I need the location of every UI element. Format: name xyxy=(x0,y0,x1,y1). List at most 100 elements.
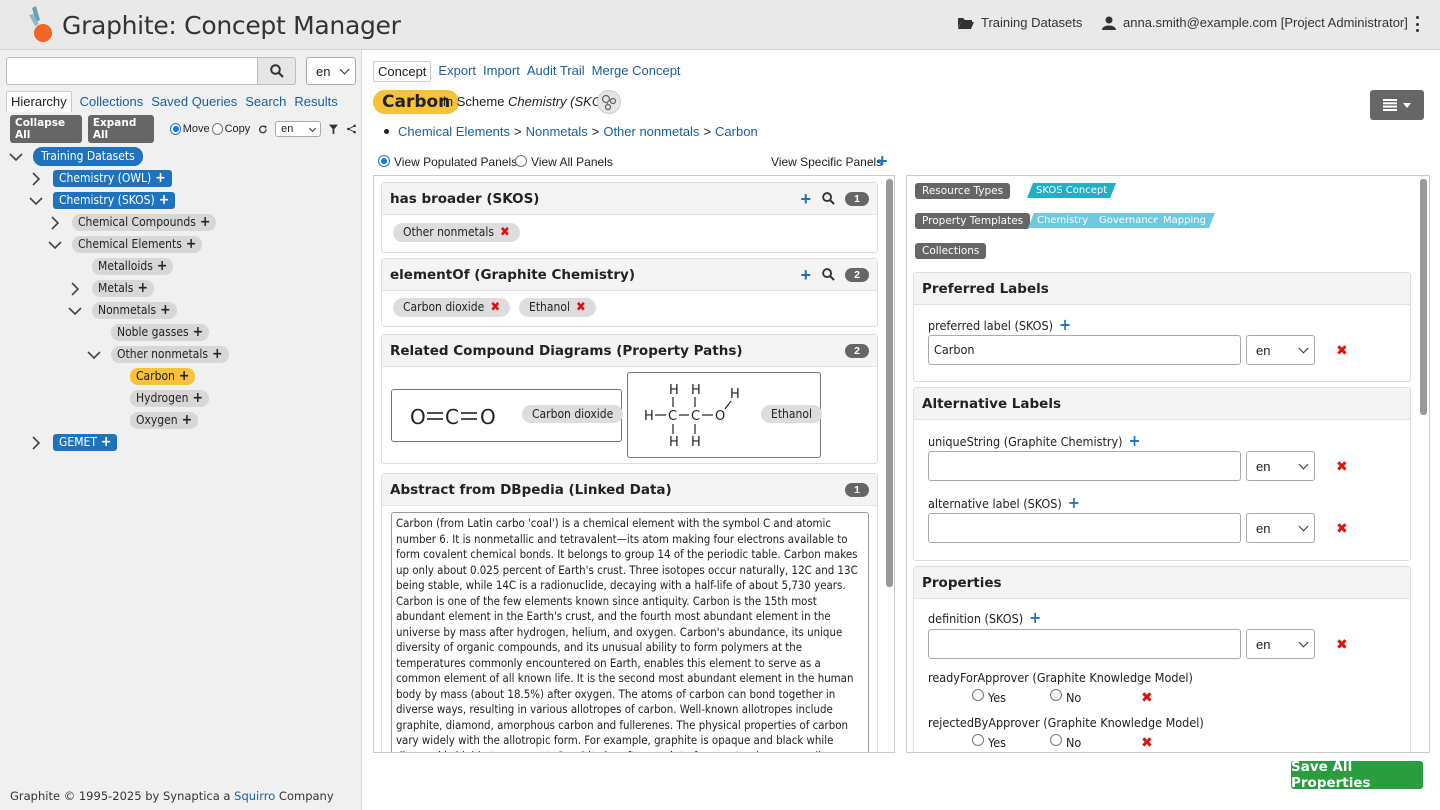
tree-node-chemical-elements[interactable]: Chemical Elements + xyxy=(72,236,203,253)
rejected-no-radio[interactable] xyxy=(1050,734,1062,746)
add-value-icon[interactable]: + xyxy=(1068,493,1080,512)
add-icon[interactable]: + xyxy=(800,190,811,208)
add-child-icon[interactable]: + xyxy=(192,391,203,405)
tab-hierarchy[interactable]: Hierarchy xyxy=(6,90,72,112)
remove-icon[interactable]: ✖ xyxy=(576,300,586,315)
add-panel-icon[interactable]: + xyxy=(877,151,888,172)
add-child-icon[interactable]: + xyxy=(200,215,211,229)
resource-type-chip[interactable]: SKOS Concept xyxy=(1027,183,1116,198)
tree-node-other-nonmetals[interactable]: Other nonmetals + xyxy=(111,346,229,363)
unique-string-input[interactable] xyxy=(928,451,1241,481)
tree-node-nonmetals[interactable]: Nonmetals + xyxy=(92,302,177,319)
tree-node-carbon[interactable]: Carbon + xyxy=(130,368,196,385)
breadcrumb-item[interactable]: Nonmetals xyxy=(526,124,588,139)
squirro-link[interactable]: Squirro xyxy=(234,789,275,803)
chevron-right-icon[interactable] xyxy=(28,435,44,451)
ready-yes-radio[interactable] xyxy=(972,689,984,701)
concept-search-input[interactable] xyxy=(6,57,258,85)
unique-string-language-select[interactable]: en xyxy=(1246,451,1315,481)
language-select[interactable]: en xyxy=(306,57,356,85)
remove-icon[interactable]: ✖ xyxy=(1336,520,1348,537)
tab-saved-queries[interactable]: Saved Queries xyxy=(151,94,237,109)
save-all-properties-button[interactable]: Save All Properties xyxy=(1291,759,1423,791)
breadcrumb-item[interactable]: Chemical Elements xyxy=(398,124,510,139)
add-child-icon[interactable]: + xyxy=(157,259,168,273)
add-child-icon[interactable]: + xyxy=(179,369,190,383)
definition-input[interactable] xyxy=(928,629,1241,659)
remove-icon[interactable]: ✖ xyxy=(1141,734,1153,751)
move-radio[interactable] xyxy=(169,123,181,135)
add-value-icon[interactable]: + xyxy=(1129,431,1141,450)
preferred-label-input[interactable]: Carbon xyxy=(928,335,1241,365)
remove-icon[interactable]: ✖ xyxy=(1336,342,1348,359)
chevron-down-icon[interactable] xyxy=(28,193,44,209)
remove-icon[interactable]: ✖ xyxy=(490,300,500,315)
add-child-icon[interactable]: + xyxy=(186,237,197,251)
graph-view-icon[interactable] xyxy=(597,90,621,114)
filter-icon[interactable] xyxy=(329,124,339,135)
value-chip[interactable]: Ethanol ✖ xyxy=(519,298,596,317)
tree-node-training-datasets[interactable]: Training Datasets xyxy=(33,147,143,166)
collapse-all-button[interactable]: Collapse All xyxy=(10,115,82,143)
template-chip[interactable]: Mapping xyxy=(1154,213,1215,228)
add-icon[interactable]: + xyxy=(800,266,811,284)
ready-no-radio[interactable] xyxy=(1050,689,1062,701)
tab-import[interactable]: Import xyxy=(483,61,520,82)
concept-menu-button[interactable] xyxy=(1370,90,1424,120)
diagram-carbon-dioxide[interactable]: O C O Carbon dioxide xyxy=(391,389,624,442)
add-child-icon[interactable]: + xyxy=(193,325,204,339)
remove-icon[interactable]: ✖ xyxy=(1141,689,1153,706)
search-button[interactable] xyxy=(258,57,296,85)
add-child-icon[interactable]: + xyxy=(101,435,112,449)
view-populated-radio[interactable] xyxy=(378,155,390,167)
diagram-ethanol[interactable]: HHH H C C O HH Ethanol xyxy=(627,372,822,458)
remove-icon[interactable]: ✖ xyxy=(1336,636,1348,653)
refresh-icon[interactable] xyxy=(258,124,268,135)
add-child-icon[interactable]: + xyxy=(155,171,166,185)
breadcrumb-item[interactable]: Carbon xyxy=(715,124,758,139)
add-value-icon[interactable]: + xyxy=(1029,608,1041,627)
tab-audit-trail[interactable]: Audit Trail xyxy=(527,61,585,82)
kebab-menu-icon[interactable] xyxy=(1410,14,1424,34)
alternative-label-language-select[interactable]: en xyxy=(1246,513,1315,543)
tab-merge-concept[interactable]: Merge Concept xyxy=(592,61,681,82)
search-icon[interactable] xyxy=(822,268,835,281)
tab-search[interactable]: Search xyxy=(245,94,286,109)
tree-node-hydrogen[interactable]: Hydrogen + xyxy=(130,390,210,407)
add-child-icon[interactable]: + xyxy=(137,281,148,295)
expand-all-button[interactable]: Expand All xyxy=(87,115,154,143)
remove-icon[interactable]: ✖ xyxy=(1336,458,1348,475)
tab-collections[interactable]: Collections xyxy=(80,94,144,109)
add-child-icon[interactable]: + xyxy=(212,347,223,361)
tree-node-chemical-compounds[interactable]: Chemical Compounds + xyxy=(72,214,217,231)
right-column-scrollbar[interactable] xyxy=(1420,179,1427,415)
view-all-radio[interactable] xyxy=(515,155,527,167)
value-chip[interactable]: Other nonmetals ✖ xyxy=(393,223,520,242)
search-icon[interactable] xyxy=(822,192,835,205)
tab-results[interactable]: Results xyxy=(294,94,337,109)
chevron-down-icon[interactable] xyxy=(67,303,83,319)
left-column-scrollbar[interactable] xyxy=(886,179,893,587)
tab-concept[interactable]: Concept xyxy=(373,61,432,82)
user-menu[interactable]: anna.smith@example.com [Project Administ… xyxy=(1102,15,1408,30)
chevron-right-icon[interactable] xyxy=(67,281,83,297)
add-child-icon[interactable]: + xyxy=(182,413,193,427)
chevron-right-icon[interactable] xyxy=(28,171,44,187)
chevron-down-icon[interactable] xyxy=(47,237,63,253)
breadcrumb-item[interactable]: Other nonmetals xyxy=(603,124,699,139)
add-child-icon[interactable]: + xyxy=(160,303,171,317)
chevron-down-icon[interactable] xyxy=(8,149,24,165)
view-specific-label[interactable]: View Specific Panels xyxy=(771,155,882,169)
alternative-label-input[interactable] xyxy=(928,513,1241,543)
add-value-icon[interactable]: + xyxy=(1059,315,1071,334)
chevron-down-icon[interactable] xyxy=(86,347,102,363)
tree-node-metalloids[interactable]: Metalloids + xyxy=(92,258,174,275)
copy-radio[interactable] xyxy=(211,123,223,135)
preferred-label-language-select[interactable]: en xyxy=(1246,335,1315,365)
tree-node-gemet[interactable]: GEMET + xyxy=(53,434,118,451)
share-icon[interactable] xyxy=(347,124,356,134)
definition-language-select[interactable]: en xyxy=(1246,629,1315,659)
tree-language-select[interactable]: en xyxy=(275,121,322,137)
tree-node-oxygen[interactable]: Oxygen + xyxy=(130,412,199,429)
tree-node-noble-gasses[interactable]: Noble gasses + xyxy=(111,324,210,341)
